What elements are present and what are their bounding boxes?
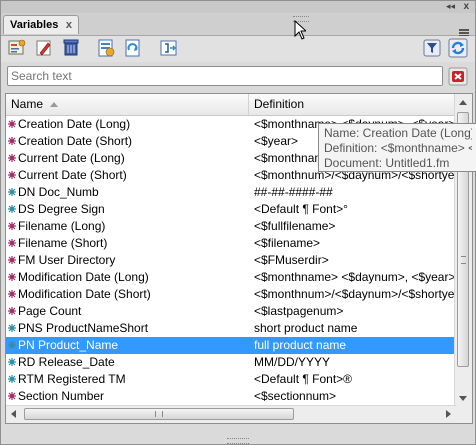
system-variable-icon [8,307,16,315]
table-row[interactable]: PN Product_Name full product name [6,337,456,354]
system-variable-icon [8,273,16,281]
variable-definition: <$fullfilename> [254,219,336,233]
variable-definition: <Default ¶ Font>® [254,372,353,386]
horizontal-scrollbar[interactable] [6,405,456,423]
variable-definition: ##-##-####-## [254,185,333,199]
tab-close-icon[interactable]: x [66,16,72,34]
table-row[interactable]: Filename (Short) <$filename> [6,235,456,252]
tab-label: Variables [10,19,59,31]
resize-handle[interactable] [227,438,249,444]
table-row[interactable]: Filename (Long) <$fullfilename> [6,218,456,235]
variable-name: Current Date (Long) [18,151,125,165]
table-header: Name Definition [6,94,456,116]
tooltip-name: Name: Creation Date (Long) [324,126,472,140]
mouse-pointer-icon [294,20,306,40]
table-row[interactable]: DS Degree Sign <Default ¶ Font>° [6,201,456,218]
variable-name: PNS ProductNameShort [18,321,149,335]
system-variable-icon [8,392,16,400]
variable-name: Filename (Long) [18,219,106,233]
variable-definition: <$sectionnum> [254,389,337,403]
variable-name: Page Count [18,304,82,318]
user-variable-icon [8,324,16,332]
table-row[interactable]: Modification Date (Short) <$monthnum>/<$d… [6,286,456,303]
tooltip-document: Document: Untitled1.fm [324,156,450,170]
scroll-up-arrow-icon[interactable] [459,100,467,105]
user-variable-icon [8,375,16,383]
variable-name: DN Doc_Numb [18,185,99,199]
insert-variable-icon[interactable] [7,38,27,58]
variable-definition: <$lastpagenum> [254,304,344,318]
tab-row: Variables x [1,13,475,37]
variable-name: Creation Date (Long) [18,117,131,131]
variable-name: RD Release_Date [18,355,115,369]
horizontal-scroll-thumb[interactable] [24,408,294,420]
table-row[interactable]: FM User Directory <$FMuserdir> [6,252,456,269]
variable-definition: <$filename> [254,236,321,250]
table-row[interactable]: RD Release_Date MM/DD/YYYY [6,354,456,371]
import-variables-icon[interactable] [159,38,179,58]
delete-variable-icon[interactable] [61,38,81,58]
variable-name: Modification Date (Long) [18,270,149,284]
search-field[interactable] [7,66,443,86]
table-row[interactable]: Modification Date (Long) <$monthname> <$d… [6,269,456,286]
scroll-left-arrow-icon[interactable] [11,410,16,418]
scroll-down-arrow-icon[interactable] [459,396,467,401]
system-variable-icon [8,137,16,145]
update-variables-icon[interactable] [123,38,143,58]
system-variable-icon [8,120,16,128]
system-variable-icon [8,239,16,247]
system-variable-icon [8,256,16,264]
variables-panel: ◂◂ x Variables x Search text Name Defini… [0,0,476,445]
table-row[interactable]: Section Number <$sectionnum> [6,388,456,405]
variable-definition: <Default ¶ Font>° [254,202,348,216]
panel-title-bar: ◂◂ x [1,1,475,13]
system-variable-icon [8,222,16,230]
variable-tooltip: Name: Creation Date (Long) Definition: <… [318,123,476,172]
user-variable-icon [8,341,16,349]
close-panel-icon[interactable]: x [463,1,469,12]
tab-variables[interactable]: Variables x [3,15,79,34]
variable-name: DS Degree Sign [18,202,105,216]
column-header-definition[interactable]: Definition [249,94,456,115]
scroll-right-arrow-icon[interactable] [446,410,451,418]
tooltip-definition: Definition: <$monthname> <$ [324,141,472,155]
table-row[interactable]: DN Doc_Numb ##-##-####-## [6,184,456,201]
variable-name: Modification Date (Short) [18,287,151,301]
variable-name: Section Number [18,389,105,403]
variable-definition: full product name [254,338,347,352]
system-variable-icon [8,171,16,179]
toolbar [1,36,475,62]
user-variable-icon [8,205,16,213]
variable-definition: <$monthnum>/<$daynum>/<$shortyear> [254,287,456,301]
table-row[interactable]: RTM Registered TM <Default ¶ Font>® [6,371,456,388]
refresh-icon[interactable] [448,38,468,58]
user-variable-icon [8,188,16,196]
scrollbar-corner [455,406,472,423]
convert-to-text-icon[interactable] [96,38,116,58]
sort-ascending-icon [50,102,58,107]
filter-icon[interactable] [422,38,442,58]
system-variable-icon [8,290,16,298]
clear-search-icon[interactable] [448,67,468,86]
variable-definition: MM/DD/YYYY [254,355,331,369]
variable-definition: <$monthname> <$daynum>, <$year> <$hour [254,270,456,284]
variable-definition: short product name [254,321,358,335]
collapse-panel-icon[interactable]: ◂◂ [446,1,455,12]
variable-name: Current Date (Short) [18,168,127,182]
variable-definition: <$FMuserdir> [254,253,329,267]
variable-name: Creation Date (Short) [18,134,133,148]
search-input[interactable] [8,67,434,85]
user-variable-icon [8,358,16,366]
variable-name: FM User Directory [18,253,116,267]
table-row[interactable]: PNS ProductNameShort short product name [6,320,456,337]
edit-variable-icon[interactable] [34,38,54,58]
variable-name: PN Product_Name [18,338,119,352]
table-row[interactable]: Page Count <$lastpagenum> [6,303,456,320]
variable-name: RTM Registered TM [18,372,126,386]
system-variable-icon [8,154,16,162]
variable-name: Filename (Short) [18,236,108,250]
column-header-name[interactable]: Name [6,94,249,115]
